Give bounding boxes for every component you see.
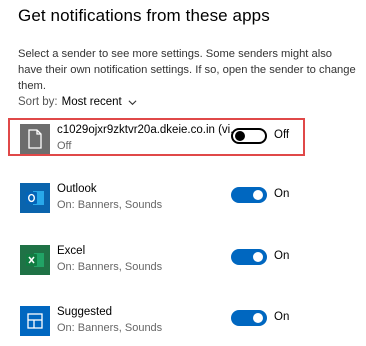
excel-icon [20, 245, 50, 275]
page-title: Get notifications from these apps [18, 6, 270, 25]
sort-by-value: Most recent [61, 96, 122, 108]
notification-toggle[interactable] [231, 249, 267, 265]
app-name: Outlook [57, 183, 97, 195]
page-description: Select a sender to see more settings. So… [18, 48, 356, 92]
suggested-icon [20, 306, 50, 336]
notification-toggle[interactable] [231, 187, 267, 203]
app-row-suggested[interactable]: Suggested On: Banners, Sounds On [18, 306, 358, 340]
notification-toggle[interactable] [231, 310, 267, 326]
sort-by-dropdown[interactable]: Sort by: Most recent [18, 96, 137, 108]
app-row-outlook[interactable]: Outlook On: Banners, Sounds On [18, 183, 358, 217]
app-status: On: Banners, Sounds [57, 199, 163, 211]
sort-by-label: Sort by: [18, 96, 58, 108]
outlook-icon [20, 183, 50, 213]
chevron-down-icon [128, 99, 137, 105]
app-status: On: Banners, Sounds [57, 322, 163, 334]
toggle-label: On [274, 311, 290, 323]
toggle-label: On [274, 188, 290, 200]
app-name: Excel [57, 245, 86, 257]
selection-highlight [8, 118, 305, 156]
toggle-label: On [274, 250, 290, 262]
app-name: Suggested [57, 306, 112, 318]
app-row-excel[interactable]: Excel On: Banners, Sounds On [18, 245, 358, 279]
app-status: On: Banners, Sounds [57, 261, 163, 273]
